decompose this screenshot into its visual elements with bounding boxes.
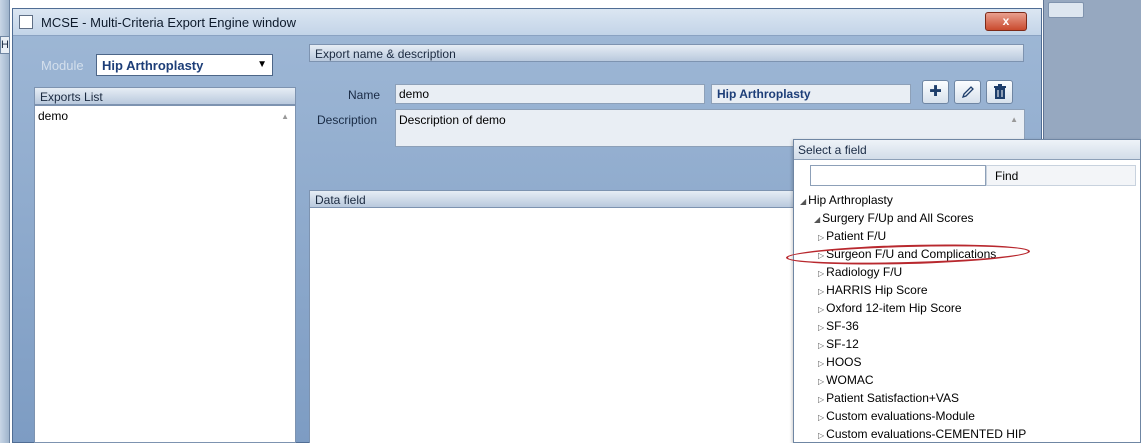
add-button[interactable]: ✚: [922, 80, 949, 104]
collapsed-triangle-icon[interactable]: ▷: [818, 374, 824, 390]
trash-icon: [993, 84, 1006, 99]
tree-node[interactable]: ▷ HOOS: [818, 354, 862, 372]
scroll-up-icon[interactable]: ▲: [1010, 115, 1018, 124]
collapsed-triangle-icon[interactable]: ▷: [818, 302, 824, 318]
module-label: Module: [41, 58, 84, 73]
tree-node[interactable]: ▷ SF-36: [818, 318, 859, 336]
popup-title: Select a field: [794, 140, 1140, 160]
tree-node[interactable]: ▷ Custom evaluations-CEMENTED HIP: [818, 426, 1026, 443]
collapsed-triangle-icon[interactable]: ▷: [818, 284, 824, 300]
export-details-header: Export name & description: [309, 44, 1024, 62]
collapsed-triangle-icon[interactable]: ▷: [818, 320, 824, 336]
name-label: Name: [348, 88, 381, 102]
close-icon: x: [1002, 14, 1010, 28]
description-text: Description of demo: [399, 113, 506, 127]
tree-node[interactable]: ▷ Patient Satisfaction+VAS: [818, 390, 959, 408]
collapsed-triangle-icon[interactable]: ▷: [818, 428, 824, 443]
collapsed-triangle-icon[interactable]: ▷: [818, 266, 824, 282]
collapsed-triangle-icon[interactable]: ▷: [818, 392, 824, 408]
chevron-down-icon: ▼: [257, 59, 267, 70]
collapsed-triangle-icon[interactable]: ▷: [818, 338, 824, 354]
edit-button[interactable]: [954, 80, 981, 104]
tree-node[interactable]: ▷ Patient F/U: [818, 228, 886, 246]
tree-node[interactable]: ◢ Hip Arthroplasty: [800, 192, 893, 210]
field-tree: ◢ Hip Arthroplasty ◢ Surgery F/Up and All …: [794, 192, 1140, 442]
tree-node[interactable]: ▷ Radiology F/U: [818, 264, 902, 282]
background-window-button[interactable]: [1048, 2, 1084, 18]
find-input[interactable]: [810, 165, 986, 186]
exports-list[interactable]: demo ▲: [34, 105, 296, 443]
list-item[interactable]: demo: [38, 109, 68, 123]
delete-button[interactable]: [986, 80, 1013, 104]
collapsed-triangle-icon[interactable]: ▷: [818, 356, 824, 372]
find-button[interactable]: Find: [986, 165, 1136, 186]
close-button[interactable]: x: [985, 12, 1027, 31]
collapsed-triangle-icon[interactable]: ▷: [818, 230, 824, 246]
tree-node[interactable]: ▷ SF-12: [818, 336, 859, 354]
tree-node[interactable]: ▷ WOMAC: [818, 372, 873, 390]
background-window-tab[interactable]: H: [0, 36, 10, 54]
app-icon: [19, 15, 33, 29]
export-name-field[interactable]: demo: [395, 84, 705, 104]
plus-icon: ✚: [929, 83, 942, 100]
tree-node[interactable]: ▷ HARRIS Hip Score: [818, 282, 928, 300]
exports-list-header: Exports List: [34, 87, 296, 105]
select-field-popup: Select a field Find ◢ Hip Arthroplasty ◢ S…: [793, 139, 1141, 443]
export-module-field: Hip Arthroplasty: [711, 84, 911, 104]
title-bar: MCSE - Multi-Criteria Export Engine wind…: [13, 9, 1041, 36]
expanded-triangle-icon[interactable]: ◢: [814, 212, 820, 228]
data-field-area[interactable]: [309, 208, 799, 443]
description-label: Description: [317, 113, 378, 127]
tree-node[interactable]: ▷ Oxford 12-item Hip Score: [818, 300, 962, 318]
tree-node[interactable]: ◢ Surgery F/Up and All Scores: [814, 210, 974, 228]
expanded-triangle-icon[interactable]: ◢: [800, 194, 806, 210]
scroll-up-icon[interactable]: ▲: [281, 112, 289, 121]
window-title: MCSE - Multi-Criteria Export Engine wind…: [41, 15, 297, 30]
pencil-icon: [961, 86, 974, 99]
module-selected-value: Hip Arthroplasty: [102, 58, 204, 73]
background-window-edge: H: [0, 0, 10, 443]
module-dropdown[interactable]: Hip Arthroplasty ▼: [96, 54, 273, 76]
collapsed-triangle-icon[interactable]: ▷: [818, 410, 824, 426]
tree-node[interactable]: ▷ Custom evaluations-Module: [818, 408, 975, 426]
